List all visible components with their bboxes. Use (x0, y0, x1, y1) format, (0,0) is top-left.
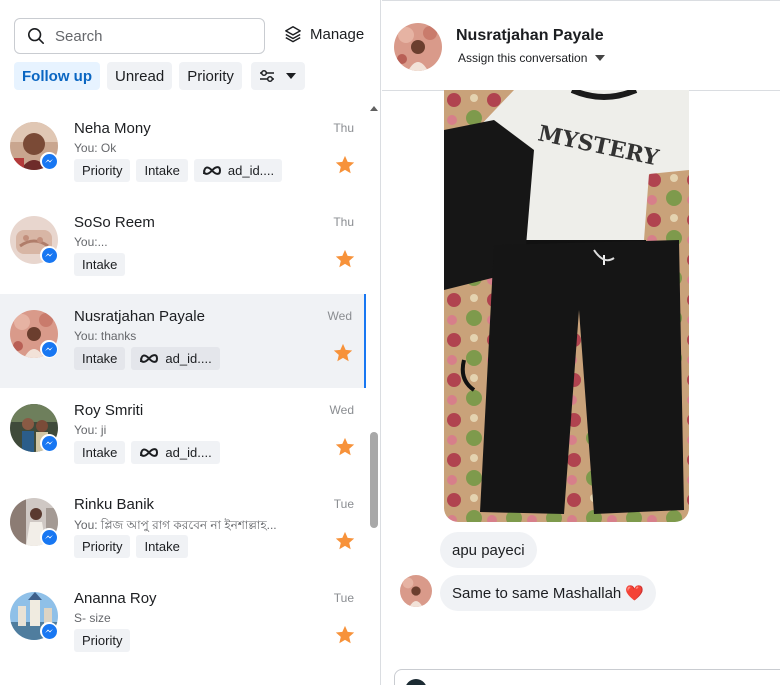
conversation-name: Ananna Roy (74, 590, 157, 607)
caret-down-icon (595, 55, 606, 61)
filter-follow-up[interactable]: Follow up (14, 62, 100, 90)
conversation-item-selected[interactable]: Nusratjahan Payale You: thanks Wed Intak… (0, 294, 366, 388)
assign-conversation-dropdown[interactable]: Assign this conversation (458, 51, 606, 65)
messenger-badge (40, 434, 58, 452)
conversation-preview: You: thanks (74, 329, 137, 343)
assign-label: Assign this conversation (458, 51, 588, 65)
scroll-up-arrow-icon[interactable] (370, 106, 378, 111)
conversation-preview: You: প্লিজ আপু রাগ করবেন না ইনশাল্লাহ... (74, 518, 277, 532)
tag-ad-id-label: ad_id.... (165, 445, 212, 460)
inbox-sidebar: Manage Follow up Unread Priority Neha Mo… (0, 0, 381, 685)
tag-ad-id[interactable]: ad_id.... (193, 159, 283, 182)
tag-intake[interactable]: Intake (136, 535, 188, 558)
conversation-item[interactable]: Neha Mony You: Ok Thu Priority Intake ad… (0, 106, 366, 200)
star-icon[interactable] (334, 154, 356, 176)
conversation-preview: You: Ok (74, 141, 117, 155)
scroll-thumb[interactable] (370, 432, 378, 528)
messenger-icon (45, 159, 53, 163)
conversation-day: Tue (333, 591, 354, 605)
tag-priority[interactable]: Priority (74, 535, 131, 558)
conversation-item[interactable]: Ananna Roy S- size Tue Priority (0, 576, 366, 670)
tag-list: Priority Intake (74, 535, 188, 558)
manage-button[interactable]: Manage (284, 25, 364, 43)
star-icon[interactable] (334, 530, 356, 552)
message-photo[interactable]: MYSTERY (444, 90, 689, 522)
search-input[interactable] (55, 27, 255, 45)
conversation-name: Nusratjahan Payale (74, 308, 205, 325)
tag-ad-id-label: ad_id.... (227, 163, 275, 178)
filter-options-button[interactable] (250, 62, 305, 90)
tag-ad-id-label: ad_id.... (165, 351, 212, 366)
messenger-icon (45, 347, 53, 351)
conversation-day: Tue (333, 497, 354, 511)
messenger-badge (40, 622, 58, 640)
layers-icon (285, 26, 301, 43)
meta-icon (140, 354, 159, 363)
meta-icon (202, 166, 221, 175)
conversation-name: Roy Smriti (74, 402, 144, 419)
chevron-down-icon (285, 73, 296, 79)
conversation-day: Wed (329, 403, 354, 417)
tag-list: Priority Intake ad_id.... (74, 159, 283, 182)
sliders-icon (259, 69, 274, 83)
meta-icon (140, 448, 159, 457)
search-box[interactable] (14, 18, 265, 54)
tag-intake[interactable]: Intake (74, 441, 126, 464)
conversation-name: Neha Mony (74, 120, 151, 137)
tag-ad-id[interactable]: ad_id.... (131, 347, 220, 370)
contact-avatar[interactable] (394, 23, 442, 71)
conversation-item[interactable]: SoSo Reem You:... Thu Intake (0, 200, 366, 294)
contact-name: Nusratjahan Payale (456, 27, 604, 44)
messenger-badge (40, 528, 58, 546)
search-icon (27, 27, 45, 45)
tag-list: Priority (74, 629, 131, 652)
filter-unread[interactable]: Unread (106, 62, 173, 90)
star-icon[interactable] (332, 342, 354, 364)
conversation-name: Rinku Banik (74, 496, 155, 513)
messenger-icon (45, 253, 53, 257)
star-icon[interactable] (334, 248, 356, 270)
star-icon[interactable] (334, 624, 356, 646)
message-bubble[interactable]: Same to same Mashallah ❤️ (440, 575, 657, 611)
messenger-badge (40, 246, 58, 264)
conversation-day: Thu (333, 215, 354, 229)
message-composer[interactable] (394, 669, 780, 685)
list-scrollbar[interactable] (366, 100, 381, 685)
message-bubble[interactable]: apu payeci (440, 532, 537, 568)
chat-header: Nusratjahan Payale Assign this conversat… (382, 0, 780, 91)
messenger-badge (40, 152, 58, 170)
tag-list: Intake ad_id.... (74, 347, 220, 370)
tag-priority[interactable]: Priority (74, 629, 131, 652)
conversation-day: Wed (327, 309, 352, 323)
tag-ad-id[interactable]: ad_id.... (131, 441, 220, 464)
star-icon[interactable] (334, 436, 356, 458)
message-sender-avatar (400, 575, 432, 607)
conversation-preview: You:... (74, 235, 108, 249)
messenger-icon (45, 441, 53, 445)
tag-list: Intake ad_id.... (74, 441, 220, 464)
conversation-item[interactable]: Roy Smriti You: ji Wed Intake ad_id.... (0, 388, 366, 482)
conversation-name: SoSo Reem (74, 214, 155, 231)
tag-intake[interactable]: Intake (74, 253, 126, 276)
tag-intake[interactable]: Intake (136, 159, 188, 182)
conversation-list: Neha Mony You: Ok Thu Priority Intake ad… (0, 106, 366, 685)
conversation-preview: You: ji (74, 423, 107, 437)
conversation-item[interactable]: Rinku Banik You: প্লিজ আপু রাগ করবেন না … (0, 482, 366, 576)
chat-panel: Nusratjahan Payale Assign this conversat… (382, 0, 780, 685)
composer-avatar (405, 679, 427, 685)
tag-list: Intake (74, 253, 126, 276)
conversation-preview: S- size (74, 611, 111, 625)
manage-label: Manage (310, 25, 365, 43)
tag-intake[interactable]: Intake (74, 347, 126, 370)
conversation-day: Thu (333, 121, 354, 135)
filter-bar: Follow up Unread Priority (14, 62, 305, 90)
messenger-badge (40, 340, 58, 358)
messenger-icon (45, 629, 53, 633)
tag-priority[interactable]: Priority (74, 159, 131, 182)
messenger-icon (45, 535, 53, 539)
filter-priority[interactable]: Priority (179, 62, 242, 90)
